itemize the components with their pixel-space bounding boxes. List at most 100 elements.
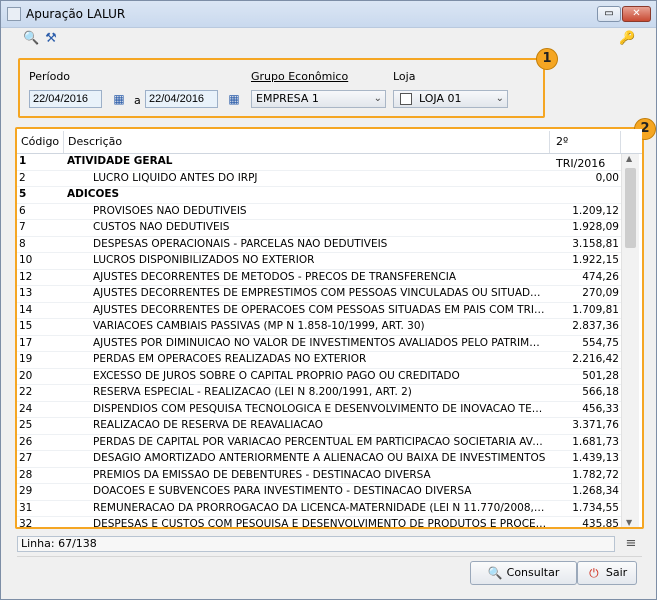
chevron-down-icon: ⌄ <box>495 93 504 104</box>
consultar-icon: 🔍 <box>487 566 503 580</box>
cell-descricao: VARIACOES CAMBIAIS PASSIVAS (MP N 1.858-… <box>93 320 425 332</box>
date-to-calendar-icon[interactable]: ▦ <box>225 90 243 108</box>
cell-codigo: 27 <box>19 452 33 464</box>
consultar-label: Consultar <box>506 566 560 579</box>
cell-descricao: CUSTOS NAO DEDUTIVEIS <box>93 221 230 233</box>
cell-valor: 1.439,13 <box>572 452 619 464</box>
table-row[interactable]: 29 DOACOES E SUBVENCOES PARA INVESTIMENTO… <box>17 484 621 501</box>
cell-codigo: 26 <box>19 435 33 448</box>
cell-codigo: 22 <box>19 386 33 398</box>
table-row[interactable]: 31 REMUNERACAO DA PRORROGACAO DA LICENCA-… <box>17 501 621 517</box>
cell-descricao: DOACOES E SUBVENCOES PARA INVESTIMENTO -… <box>93 485 472 497</box>
date-from-calendar-icon[interactable]: ▦ <box>110 90 128 108</box>
cell-descricao: RESERVA ESPECIAL - REALIZACAO (LEI N 8.2… <box>93 386 412 398</box>
table-row[interactable]: 28 PREMIOS DA EMISSAO DE DEBENTURES - DES… <box>17 468 621 484</box>
cell-descricao: AJUSTES POR DIMINUICAO NO VALOR DE INVES… <box>93 336 547 349</box>
sair-button[interactable]: ⏻ Sair <box>577 561 637 585</box>
grupo-economico-label: Grupo Econômico <box>251 70 349 83</box>
scrollbar-thumb[interactable] <box>625 168 636 248</box>
filter-panel <box>18 58 545 118</box>
table-row[interactable]: 12 AJUSTES DECORRENTES DE METODOS - PRECO… <box>17 270 621 286</box>
table-row[interactable]: 13 AJUSTES DECORRENTES DE EMPRESTIMOS COM… <box>17 286 621 303</box>
app-window: Apuração LALUR ▭ ✕ 🔍 ⚒ 🔑 1 Período ▦ a ▦… <box>0 0 657 600</box>
column-header-descricao[interactable]: Descrição <box>64 131 550 153</box>
cell-descricao: ADICOES <box>67 188 120 200</box>
cell-descricao: DISPENDIOS COM PESQUISA TECNOLOGICA E DE… <box>93 402 547 415</box>
close-button[interactable]: ✕ <box>622 6 651 22</box>
table-row[interactable]: 22 RESERVA ESPECIAL - REALIZACAO (LEI N 8… <box>17 385 621 402</box>
cell-codigo: 12 <box>19 270 33 283</box>
cell-descricao: REMUNERACAO DA PRORROGACAO DA LICENCA-MA… <box>93 501 547 514</box>
cell-valor: 1.268,34 <box>572 485 619 497</box>
column-header-periodo[interactable]: 2º TRI/2016 <box>550 131 621 170</box>
scroll-up-icon[interactable]: ▲ <box>626 154 632 163</box>
table-row[interactable]: 6 PROVISOES NAO DEDUTIVEIS 1.209,12 <box>17 204 621 220</box>
divider <box>17 556 642 557</box>
consultar-button[interactable]: 🔍 Consultar <box>470 561 577 585</box>
date-to-field[interactable] <box>145 90 218 108</box>
grupo-economico-select[interactable]: EMPRESA 1 ⌄ <box>251 90 386 108</box>
cell-descricao: LUCRO LIQUIDO ANTES DO IRPJ <box>93 171 258 184</box>
sair-label: Sair <box>605 566 628 579</box>
cell-codigo: 5 <box>19 188 27 200</box>
cell-descricao: REALIZACAO DE RESERVA DE REAVALIACAO <box>93 419 323 431</box>
loja-checkbox[interactable] <box>400 93 412 105</box>
cell-descricao: AJUSTES DECORRENTES DE METODOS - PRECOS … <box>93 270 457 283</box>
column-header-codigo[interactable]: Código <box>17 131 64 153</box>
hamburger-menu-icon[interactable]: ≡ <box>624 537 638 551</box>
key-icon[interactable]: 🔑 <box>619 31 635 47</box>
table-row[interactable]: 5 ADICOES <box>17 187 621 204</box>
table-row[interactable]: 32 DESPESAS E CUSTOS COM PESQUISA E DESEN… <box>17 517 621 527</box>
cell-codigo: 15 <box>19 320 33 332</box>
cell-codigo: 6 <box>19 204 26 217</box>
table-row[interactable]: 24 DISPENDIOS COM PESQUISA TECNOLOGICA E … <box>17 402 621 418</box>
cell-descricao: EXCESSO DE JUROS SOBRE O CAPITAL PROPRIO… <box>93 369 460 382</box>
filter-panel-badge: 1 <box>536 48 558 70</box>
cell-descricao: DESAGIO AMORTIZADO ANTERIORMENTE A ALIEN… <box>93 452 546 464</box>
cell-codigo: 20 <box>19 369 33 382</box>
restore-button[interactable]: ▭ <box>597 6 621 22</box>
cell-valor: 2.837,36 <box>572 320 619 332</box>
table-row[interactable]: 14 AJUSTES DECORRENTES DE OPERACOES COM P… <box>17 303 621 319</box>
table-row[interactable]: 25 REALIZACAO DE RESERVA DE REAVALIACAO 3.… <box>17 418 621 435</box>
tools-icon[interactable]: ⚒ <box>43 31 59 47</box>
status-bar: Linha: 67/138 <box>17 536 615 552</box>
vertical-scrollbar[interactable]: ▲ ▼ <box>621 154 639 527</box>
date-range-separator: a <box>134 94 141 107</box>
cell-valor: 456,33 <box>582 402 619 415</box>
power-icon: ⏻ <box>589 566 599 580</box>
cell-descricao: AJUSTES DECORRENTES DE OPERACOES COM PES… <box>93 303 547 316</box>
table-row[interactable]: 15 VARIACOES CAMBIAIS PASSIVAS (MP N 1.85… <box>17 319 621 336</box>
cell-codigo: 29 <box>19 485 33 497</box>
table-row[interactable]: 1 ATIVIDADE GERAL <box>17 154 621 171</box>
title-bar: Apuração LALUR ▭ ✕ <box>1 1 656 28</box>
cell-descricao: ATIVIDADE GERAL <box>67 155 173 167</box>
scroll-down-icon[interactable]: ▼ <box>626 518 632 527</box>
zoom-search-icon[interactable]: 🔍 <box>23 31 39 47</box>
table-row[interactable]: 19 PERDAS EM OPERACOES REALIZADAS NO EXTE… <box>17 352 621 369</box>
cell-valor: 501,28 <box>582 369 619 382</box>
cell-codigo: 13 <box>19 287 33 299</box>
cell-valor: 566,18 <box>582 386 619 398</box>
cell-valor: 3.158,81 <box>572 237 619 250</box>
cell-codigo: 7 <box>19 221 26 233</box>
loja-select[interactable]: LOJA 01 ⌄ <box>393 90 508 108</box>
table-row[interactable]: 20 EXCESSO DE JUROS SOBRE O CAPITAL PROPR… <box>17 369 621 385</box>
table-row[interactable]: 27 DESAGIO AMORTIZADO ANTERIORMENTE A ALI… <box>17 451 621 468</box>
cell-valor: 435,85 <box>582 518 619 527</box>
table-row[interactable]: 17 AJUSTES POR DIMINUICAO NO VALOR DE INV… <box>17 336 621 352</box>
table-row[interactable]: 2 LUCRO LIQUIDO ANTES DO IRPJ 0,00 <box>17 171 621 187</box>
table-row[interactable]: 10 LUCROS DISPONIBILIZADOS NO EXTERIOR 1.9… <box>17 253 621 270</box>
table-row[interactable]: 26 PERDAS DE CAPITAL POR VARIACAO PERCENT… <box>17 435 621 451</box>
results-grid: Código Descrição 2º TRI/2016 1 ATIVIDADE … <box>17 129 642 527</box>
cell-codigo: 19 <box>19 353 33 365</box>
cell-codigo: 1 <box>19 155 27 167</box>
window-title: Apuração LALUR <box>26 7 126 21</box>
table-row[interactable]: 8 DESPESAS OPERACIONAIS - PARCELAS NAO DE… <box>17 237 621 253</box>
cell-codigo: 2 <box>19 171 26 184</box>
date-from-field[interactable] <box>29 90 102 108</box>
cell-descricao: PERDAS DE CAPITAL POR VARIACAO PERCENTUA… <box>93 435 547 448</box>
table-row[interactable]: 7 CUSTOS NAO DEDUTIVEIS 1.928,09 <box>17 220 621 237</box>
cell-codigo: 17 <box>19 336 33 349</box>
loja-value: LOJA 01 <box>419 92 462 105</box>
